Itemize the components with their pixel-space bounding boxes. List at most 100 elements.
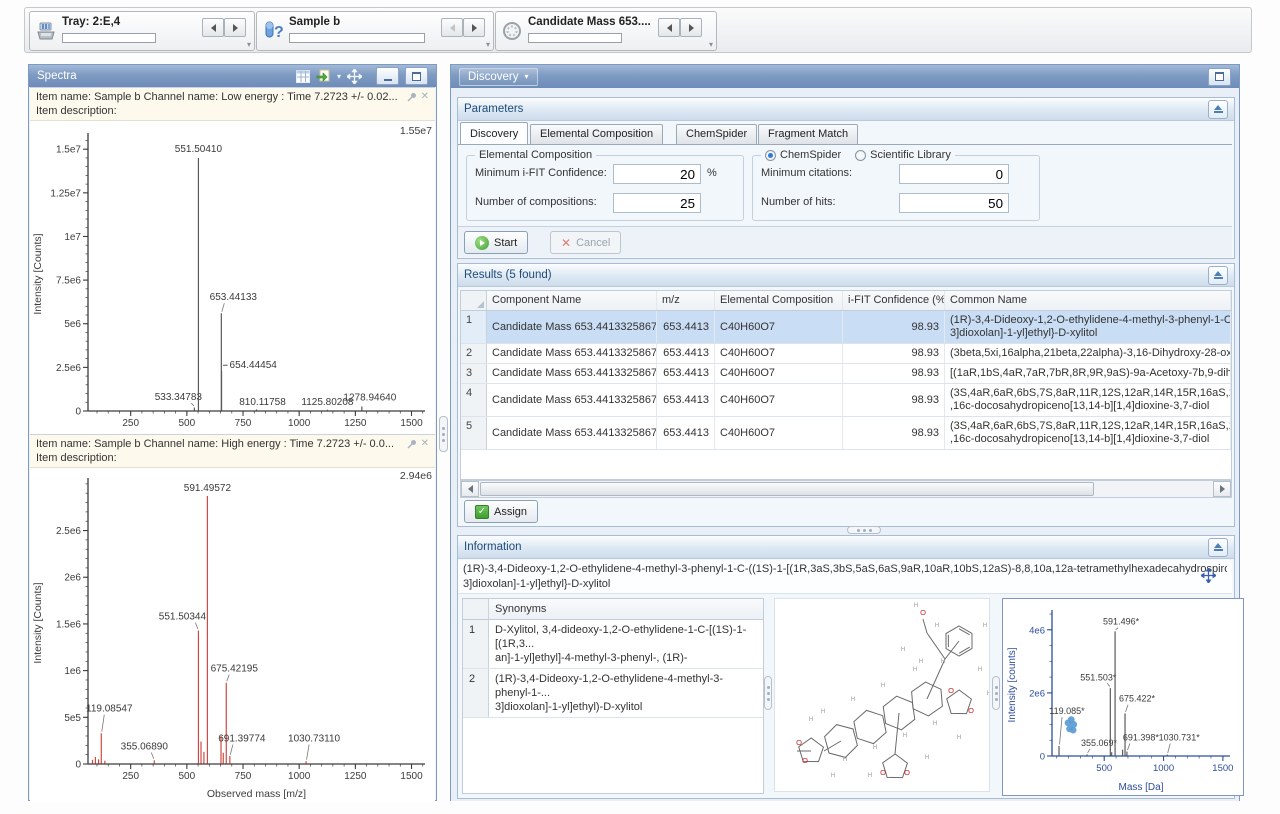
svg-text:1030.731*: 1030.731* [1159, 733, 1201, 743]
close-icon[interactable]: ✕ [421, 90, 429, 104]
svg-text:750: 750 [235, 771, 252, 782]
cell-component: Candidate Mass 653.441332586718 [487, 364, 657, 383]
spectra-restore-button[interactable] [405, 67, 428, 85]
elemental-composition-group: Elemental Composition Minimum i-FIT Conf… [466, 155, 744, 221]
table-row[interactable]: 4 Candidate Mass 653.441332586718 653.44… [461, 384, 1231, 417]
svg-text:O: O [968, 706, 974, 715]
export-icon[interactable] [316, 69, 331, 83]
assign-button[interactable]: ✓ Assign [464, 500, 538, 523]
min-ifit-input[interactable] [613, 164, 701, 184]
svg-text:500: 500 [179, 418, 196, 429]
num-compositions-input[interactable] [613, 193, 701, 213]
discovery-panel: Discovery ▾ Parameters Discovery Element… [450, 64, 1240, 801]
spectra-panel: Spectra ▾ Item name: Sample b [28, 64, 437, 801]
pin-icon[interactable] [407, 90, 417, 104]
tray-next-button[interactable] [224, 18, 246, 37]
discovery-restore-button[interactable] [1208, 68, 1231, 86]
svg-text:H: H [925, 755, 929, 761]
svg-text:1250: 1250 [344, 418, 367, 429]
sample-next-button[interactable] [463, 18, 485, 37]
candidate-navigator[interactable]: Candidate Mass 653.... ▾ [495, 11, 717, 51]
export-dropdown-caret[interactable]: ▾ [337, 72, 341, 81]
svg-text:1500: 1500 [400, 771, 423, 782]
svg-text:250: 250 [122, 771, 139, 782]
high-energy-spectrum-plot[interactable]: 25050075010001250150005e51e61.5e62e62.5e… [30, 468, 435, 801]
parameters-tabs: Discovery Elemental Composition ChemSpid… [458, 124, 1232, 146]
svg-text:1500: 1500 [1212, 763, 1233, 774]
num-hits-input[interactable] [899, 193, 1009, 213]
information-title: Information [464, 541, 522, 553]
svg-text:1278.94640: 1278.94640 [343, 393, 396, 404]
discovery-menu-button[interactable]: Discovery ▾ [459, 68, 538, 86]
col-mz[interactable]: m/z [657, 291, 715, 310]
candidate-prev-button[interactable] [658, 18, 680, 37]
tab-discovery[interactable]: Discovery [460, 122, 528, 144]
tray-prev-button[interactable] [202, 18, 224, 37]
information-collapse-button[interactable] [1208, 538, 1228, 557]
table-row[interactable]: 1 Candidate Mass 653.441332586718 653.44… [461, 311, 1231, 344]
tray-dropdown-caret[interactable]: ▾ [247, 40, 251, 49]
high-energy-chart-header: Item name: Sample b Channel name: High e… [30, 435, 435, 468]
info-splitter[interactable] [764, 598, 772, 792]
table-row[interactable]: 2 Candidate Mass 653.441332586718 653.44… [461, 344, 1231, 364]
candidate-next-button[interactable] [680, 18, 702, 37]
svg-text:1e7: 1e7 [64, 232, 81, 243]
svg-text:4e6: 4e6 [1029, 625, 1045, 636]
svg-text:H: H [903, 733, 907, 739]
close-icon[interactable]: ✕ [421, 437, 429, 451]
col-synonyms[interactable]: Synonyms [489, 599, 763, 619]
col-component-name[interactable]: Component Name [487, 291, 657, 310]
information-spectrum-plot[interactable]: 5001000150002e64e6Mass [Da]Intensity [co… [1004, 600, 1242, 794]
tab-elemental-composition[interactable]: Elemental Composition [530, 124, 663, 144]
sample-prev-button[interactable] [441, 18, 463, 37]
parameters-collapse-button[interactable] [1208, 100, 1228, 119]
tab-fragment-match[interactable]: Fragment Match [758, 124, 858, 144]
start-button[interactable]: Start [464, 231, 528, 254]
table-view-icon[interactable] [296, 70, 310, 83]
scientific-library-radio[interactable]: Scientific Library [855, 149, 951, 161]
sample-navigator[interactable]: ? Sample b ▾ [256, 11, 494, 51]
results-collapse-button[interactable] [1208, 266, 1228, 285]
scroll-left-button[interactable] [461, 481, 479, 497]
svg-text:H: H [919, 659, 923, 665]
col-ifit-confidence[interactable]: i-FIT Confidence (%) [843, 291, 945, 310]
svg-text:1250: 1250 [344, 771, 367, 782]
section-splitter[interactable] [451, 526, 1227, 534]
mouse-cursor [1201, 568, 1216, 588]
select-all-corner[interactable] [461, 291, 487, 310]
spectra-minimize-button[interactable] [376, 67, 399, 85]
panel-splitter[interactable] [438, 64, 450, 801]
svg-text:355.06890: 355.06890 [121, 742, 169, 753]
min-citations-input[interactable] [899, 164, 1009, 184]
svg-text:2.5e6: 2.5e6 [56, 526, 81, 537]
candidate-dropdown-caret[interactable]: ▾ [709, 40, 713, 49]
scrollbar-thumb[interactable] [480, 482, 1094, 496]
tab-chemspider[interactable]: ChemSpider [676, 124, 757, 144]
cell-composition: C40H60O7 [715, 417, 843, 449]
chemspider-radio[interactable]: ChemSpider [765, 149, 841, 161]
col-elemental-composition[interactable]: Elemental Composition [715, 291, 843, 310]
results-horizontal-scrollbar[interactable] [460, 480, 1232, 498]
compound-name: (1R)-3,4-Dideoxy-1,2-O-ethylidene-4-meth… [458, 560, 1232, 594]
cell-composition: C40H60O7 [715, 364, 843, 383]
tray-navigator[interactable]: Tray: 2:E,4 ▾ [29, 11, 255, 51]
molecule-structure[interactable]: OOOOOOOHHHHHHHHHHHHHHHHHHHHH [774, 598, 990, 792]
col-common-name[interactable]: Common Name [945, 291, 1231, 310]
list-item[interactable]: 2 (1R)-3,4-Dideoxy-1,2-O-ethylidene-4-me… [463, 669, 763, 718]
scroll-right-button[interactable] [1213, 481, 1231, 497]
list-item[interactable]: 1 D-Xylitol, 3,4-dideoxy-1,2-O-ethyliden… [463, 620, 763, 669]
cell-ifit: 98.93 [843, 417, 945, 449]
table-row[interactable]: 5 Candidate Mass 653.441332586718 653.44… [461, 417, 1231, 450]
sample-dropdown-caret[interactable]: ▾ [486, 40, 490, 49]
low-energy-spectrum-plot[interactable]: 25050075010001250150002.5e65e67.5e61e71.… [30, 121, 435, 433]
info-splitter[interactable] [992, 598, 1000, 792]
cancel-button[interactable]: ✕Cancel [550, 231, 621, 254]
svg-text:591.49572: 591.49572 [184, 483, 232, 494]
table-row[interactable]: 3 Candidate Mass 653.441332586718 653.44… [461, 364, 1231, 384]
svg-text:H: H [843, 757, 847, 763]
svg-text:Observed mass [m/z]: Observed mass [m/z] [207, 788, 306, 800]
pin-icon[interactable] [407, 437, 417, 451]
parameters-section: Parameters Discovery Elemental Compositi… [457, 97, 1235, 259]
pan-move-icon[interactable] [347, 69, 362, 84]
svg-text:0: 0 [1040, 752, 1045, 763]
